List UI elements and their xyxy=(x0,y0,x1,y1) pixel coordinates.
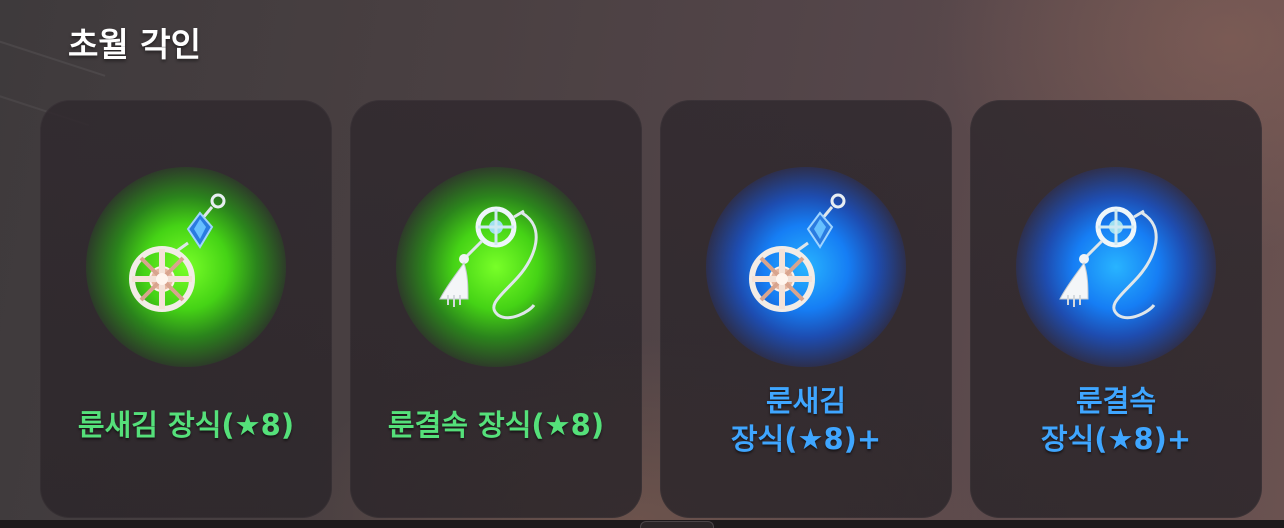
item-name-line2: 장식(★8)+ xyxy=(730,422,882,456)
item-name-line1: 룬결속 xyxy=(1075,384,1157,418)
rune-engrave-ornament-icon xyxy=(129,193,226,312)
section-title: 초월 각인 xyxy=(68,25,201,64)
item-card-rune-bind-plus[interactable]: 룬결속 장식(★8)+ xyxy=(970,100,1262,518)
item-name-line1: 룬새김 xyxy=(765,384,847,418)
rune-bind-ornament-icon xyxy=(1059,206,1158,320)
rune-engrave-ornament-icon xyxy=(749,193,846,312)
rune-bind-ornament-icon xyxy=(439,206,538,320)
item-name-line2: 장식(★8)+ xyxy=(1040,422,1192,456)
item-name-line1: 룬새김 장식(★8) xyxy=(77,408,295,442)
bottom-tab-handle[interactable] xyxy=(640,521,714,528)
item-card-rune-bind[interactable]: 룬결속 장식(★8) xyxy=(350,100,642,518)
item-card-rune-engrave-plus[interactable]: 룬새김 장식(★8)+ xyxy=(660,100,952,518)
item-name: 룬결속 장식(★8)+ xyxy=(970,382,1262,458)
item-name: 룬결속 장식(★8) xyxy=(350,406,642,444)
item-name-line1: 룬결속 장식(★8) xyxy=(387,408,605,442)
item-name: 룬새김 장식(★8) xyxy=(40,406,332,444)
item-card-rune-engrave[interactable]: 룬새김 장식(★8) xyxy=(40,100,332,518)
item-name: 룬새김 장식(★8)+ xyxy=(660,382,952,458)
